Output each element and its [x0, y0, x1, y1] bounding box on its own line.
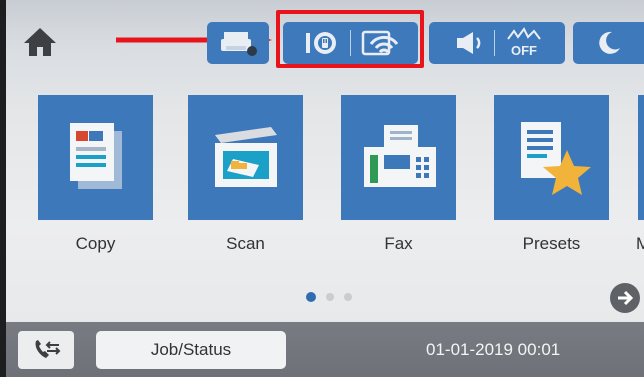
printer-status-button[interactable] [207, 22, 269, 64]
presets-label: Presets [522, 234, 581, 253]
phone-transfer-icon [35, 340, 61, 358]
datetime-display: 01-01-2019 00:01 [426, 340, 561, 359]
fax-label: Fax [384, 234, 413, 253]
page-dot [326, 293, 334, 301]
scan-tile[interactable] [188, 95, 303, 220]
fax-log-button[interactable] [18, 331, 74, 369]
arrow-right-icon [618, 290, 634, 306]
copy-tile[interactable] [38, 95, 153, 220]
job-status-button[interactable]: Job/Status [96, 331, 286, 369]
svg-text:OFF: OFF [511, 43, 537, 58]
red-highlight-box [276, 10, 424, 68]
printer-status-icon [221, 32, 257, 56]
top-status-bar: OFF [6, 8, 644, 74]
sleep-icon [598, 31, 620, 54]
page-dot [344, 293, 352, 301]
fax-tile[interactable] [341, 95, 456, 220]
eco-off-icon: OFF [506, 27, 541, 58]
page-dot-active [306, 292, 316, 302]
home-icon[interactable] [20, 22, 60, 62]
maintenance-tile[interactable] [638, 95, 644, 220]
maintenance-label: M [636, 234, 644, 253]
presets-icon [520, 121, 591, 195]
scan-label: Scan [226, 234, 265, 253]
next-page-button[interactable] [610, 283, 640, 313]
sleep-button[interactable] [573, 22, 644, 64]
copy-label: Copy [75, 234, 116, 253]
sound-eco-button[interactable]: OFF [429, 22, 565, 64]
printer-screen: OFF Copy Scan Fax Presets M Job/Status 0… [6, 0, 644, 377]
copy-icon [69, 122, 122, 189]
status-divider [493, 30, 495, 56]
scan-icon [214, 126, 277, 187]
presets-tile[interactable] [494, 95, 609, 220]
fax-icon [363, 124, 436, 187]
sound-icon [456, 32, 480, 54]
